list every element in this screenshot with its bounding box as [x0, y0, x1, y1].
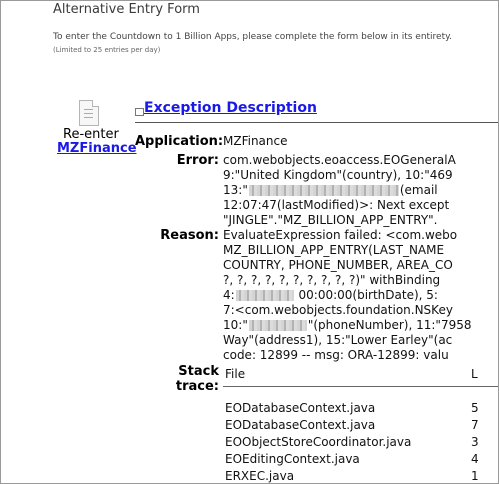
reason-line: COUNTRY, PHONE_NUMBER, AREA_CO	[223, 258, 453, 272]
stack-file: EOObjectStoreCoordinator.java	[225, 435, 412, 449]
stack-file: ERXEC.java	[225, 469, 295, 483]
trace-label: trace:	[175, 379, 219, 394]
reason-line-redacted: 10:" "(phoneNumber), 11:"7958	[223, 318, 471, 333]
redacted-email	[248, 185, 399, 196]
error-line-redacted: 13:" (email	[223, 183, 438, 198]
application-label: Application:	[135, 134, 224, 149]
reason-label: Reason:	[160, 228, 219, 243]
page-frame: Alternative Entry Form To enter the Coun…	[0, 0, 499, 484]
reenter-mzfinance-link[interactable]: MZFinance	[57, 141, 137, 156]
reason-line: Way"(address1), 15:"Lower Earley"(ac	[223, 333, 453, 347]
error-line: 9:"United Kingdom"(country), 10:"469	[223, 168, 453, 182]
error-label: Error:	[176, 153, 219, 168]
stack-line-number: 5	[471, 401, 479, 415]
error-line-start: 13:"	[223, 183, 248, 197]
stack-label: Stack	[178, 364, 219, 379]
reason-line: ?, ?, ?, ?, ?, ?, ?, ?, ?, ?)" withBindi…	[223, 273, 441, 287]
reason-line-redacted: 4: 00:00:00(birthDate), 5:	[223, 288, 438, 303]
exception-description-link[interactable]: Exception Description	[144, 100, 317, 116]
form-title: Alternative Entry Form	[53, 2, 200, 17]
stack-line-number: 7	[471, 418, 479, 432]
header-divider	[135, 122, 498, 123]
stack-line-number: 1	[471, 469, 479, 483]
error-line: 12:07:47(lastModified)>: Next except	[223, 198, 450, 212]
error-line-end: (email	[399, 183, 438, 197]
error-line: "JINGLE"."MZ_BILLION_APP_ENTRY".	[223, 213, 438, 227]
stack-header-file: File	[225, 367, 246, 381]
stack-file: EODatabaseContext.java	[225, 418, 376, 432]
form-instructions: To enter the Countdown to 1 Billion Apps…	[53, 32, 453, 42]
reason-line-end: "(phoneNumber), 11:"7958	[307, 318, 472, 332]
reason-line-start: 4:	[223, 288, 235, 302]
reenter-label: Re-enter	[63, 127, 119, 142]
reason-line: MZ_BILLION_APP_ENTRY(LAST_NAME	[223, 243, 445, 257]
entry-limit-note: (Limited to 25 entries per day)	[53, 46, 161, 54]
redacted-phone	[248, 320, 307, 331]
stack-file: EOEditingContext.java	[225, 452, 360, 466]
stack-line-number: 3	[471, 435, 479, 449]
reason-line-end: 00:00:00(birthDate), 5:	[294, 288, 438, 302]
reason-line: EvaluateExpression failed: <com.webo	[223, 228, 458, 242]
reason-line: code: 12899 -- msg: ORA-12899: valu	[223, 348, 449, 362]
collapse-box-icon[interactable]	[135, 108, 144, 116]
application-value: MZFinance	[223, 134, 288, 148]
reason-line-start: 10:"	[223, 318, 248, 332]
stack-header-line: L	[471, 367, 478, 381]
stack-header-divider	[223, 386, 498, 387]
stack-file: EODatabaseContext.java	[225, 401, 376, 415]
redacted-birthdate	[235, 290, 294, 301]
stack-line-number: 4	[471, 452, 479, 466]
document-icon[interactable]	[79, 100, 99, 126]
reason-line: 7:<com.webobjects.foundation.NSKey	[223, 303, 453, 317]
error-line: com.webobjects.eoaccess.EOGeneralA	[223, 153, 456, 167]
